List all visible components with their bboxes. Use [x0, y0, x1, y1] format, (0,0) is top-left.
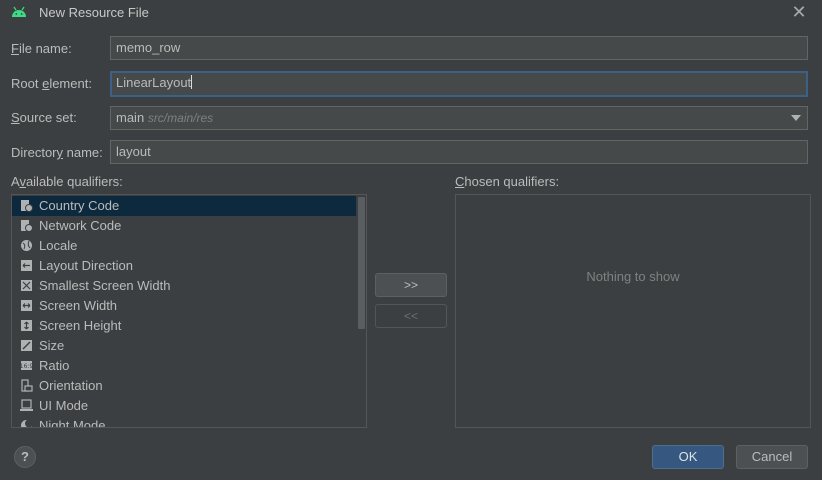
source-set-label: Source set:	[11, 110, 77, 125]
qualifier-label: Locale	[39, 238, 78, 253]
file-name-input[interactable]: memo_row	[110, 36, 808, 60]
qualifier-item[interactable]: Country Code	[12, 196, 356, 216]
chevron-down-icon[interactable]	[791, 115, 801, 121]
qualifier-item[interactable]: Size	[12, 336, 356, 356]
ui-mode-icon	[20, 399, 33, 411]
globe-icon	[21, 240, 32, 251]
title-bar: New Resource File ✕	[0, 0, 822, 26]
android-logo-icon	[12, 6, 26, 17]
text-caret	[191, 75, 193, 89]
empty-state-text: Nothing to show	[586, 269, 680, 284]
file-name-label: File name:	[11, 41, 72, 56]
qualifier-item[interactable]: Screen Height	[12, 316, 356, 336]
qualifier-item[interactable]: Night Mode	[12, 416, 356, 428]
screen-height-icon	[21, 320, 32, 331]
qualifier-item[interactable]: Network Code	[12, 216, 356, 236]
qualifier-item[interactable]: UI Mode	[12, 396, 356, 416]
chosen-qualifiers-label: Chosen qualifiers:	[455, 174, 560, 189]
directory-name-input[interactable]: layout	[110, 140, 808, 164]
remove-qualifier-button[interactable]: <<	[375, 304, 447, 328]
directory-name-label: Directory name:	[11, 145, 103, 160]
qualifier-item[interactable]: Screen Width	[12, 296, 356, 316]
file-name-value: memo_row	[116, 40, 181, 55]
qualifier-label: Ratio	[39, 358, 70, 373]
layout-direction-icon	[21, 260, 32, 271]
qualifier-label: Screen Width	[39, 298, 118, 313]
country-code-icon	[21, 200, 33, 212]
qualifier-label: UI Mode	[39, 398, 89, 413]
root-element-value: LinearLayout	[116, 75, 192, 90]
directory-name-value: layout	[116, 144, 151, 159]
qualifier-label: Orientation	[39, 378, 103, 393]
qualifier-item[interactable]: Locale	[12, 236, 356, 256]
qualifier-label: Screen Height	[39, 318, 122, 333]
qualifier-label: Size	[39, 338, 65, 353]
network-code-icon	[21, 220, 33, 232]
help-icon[interactable]: ?	[14, 446, 36, 468]
size-icon	[21, 340, 32, 351]
svg-text:16:9: 16:9	[20, 363, 33, 370]
window-title: New Resource File	[39, 5, 149, 20]
available-qualifiers-label: Available qualifiers:	[11, 174, 123, 189]
chosen-qualifiers-list[interactable]: Nothing to show	[455, 194, 811, 428]
root-element-input[interactable]: LinearLayout	[110, 71, 808, 97]
qualifier-label: Country Code	[39, 198, 120, 213]
list-scrollbar[interactable]	[357, 195, 366, 427]
screen-width-icon	[21, 300, 32, 311]
root-element-label: Root element:	[11, 76, 92, 91]
qualifier-item[interactable]: Orientation	[12, 376, 356, 396]
qualifier-label: Layout Direction	[39, 258, 133, 273]
add-qualifier-button[interactable]: >>	[375, 273, 447, 297]
qualifier-label: Night Mode	[39, 418, 106, 428]
close-icon[interactable]: ✕	[788, 2, 810, 24]
source-set-path: src/main/res	[147, 111, 214, 125]
source-set-value: main	[116, 110, 145, 125]
qualifier-label: Smallest Screen Width	[39, 278, 171, 293]
night-mode-icon	[21, 419, 33, 427]
qualifier-item[interactable]: 16:9 Ratio	[12, 356, 356, 376]
cancel-button[interactable]: Cancel	[736, 445, 808, 469]
ratio-icon: 16:9	[20, 361, 33, 370]
orientation-icon	[21, 379, 33, 392]
source-set-select[interactable]: main src/main/res	[110, 106, 808, 130]
qualifier-label: Network Code	[39, 218, 122, 233]
ok-button[interactable]: OK	[652, 445, 724, 469]
qualifier-item[interactable]: Layout Direction	[12, 256, 356, 276]
scrollbar-thumb[interactable]	[358, 197, 365, 329]
available-qualifiers-list[interactable]: Country Code Network Code Locale Layout Dir…	[11, 194, 367, 428]
qualifier-item[interactable]: Smallest Screen Width	[12, 276, 356, 296]
smallest-screen-width-icon	[21, 280, 32, 291]
